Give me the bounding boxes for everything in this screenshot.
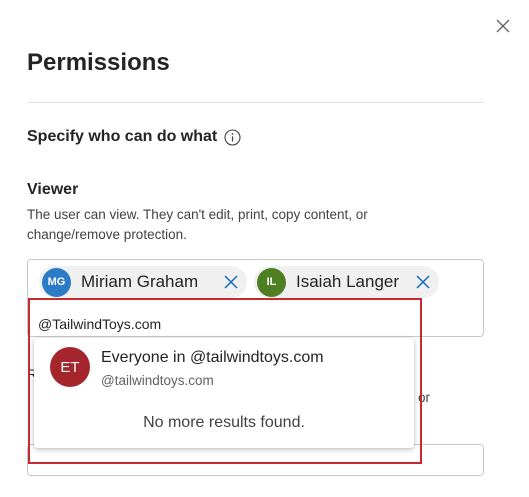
viewer-role-description: The user can view. They can't edit, prin…	[27, 207, 368, 242]
avatar: MG	[42, 267, 71, 297]
close-icon	[224, 275, 238, 289]
avatar: ET	[50, 347, 90, 387]
person-chip-miriam-graham[interactable]: MG Miriam Graham	[39, 266, 247, 298]
viewer-role-title: Viewer	[27, 181, 79, 198]
no-results-message: No more results found.	[143, 414, 305, 431]
remove-chip-button[interactable]	[415, 274, 431, 290]
suggestion-name: Everyone in @tailwindtoys.com	[101, 349, 324, 366]
title-divider	[27, 102, 484, 103]
chip-name: Miriam Graham	[81, 272, 199, 291]
page-title: Permissions	[27, 49, 170, 76]
suggestion-item[interactable]: ET Everyone in @tailwindtoys.com @tailwi…	[34, 338, 414, 400]
people-search-input[interactable]	[38, 313, 418, 335]
person-chip-isaiah-langer[interactable]: IL Isaiah Langer	[254, 266, 439, 298]
remove-chip-button[interactable]	[223, 274, 239, 290]
viewer-people-picker[interactable]: MG Miriam Graham IL Isaiah Langer	[27, 259, 484, 337]
suggestion-domain: @tailwindtoys.com	[101, 373, 214, 388]
suggestions-dropdown: ET Everyone in @tailwindtoys.com @tailwi…	[34, 338, 414, 448]
info-icon[interactable]	[224, 128, 241, 146]
section-heading: Specify who can do what	[27, 128, 241, 146]
background-partial-text: or	[418, 390, 431, 405]
close-icon	[496, 19, 510, 33]
chip-name: Isaiah Langer	[296, 272, 400, 291]
close-icon	[416, 275, 430, 289]
close-button[interactable]	[493, 16, 513, 36]
avatar: IL	[257, 267, 286, 297]
section-heading-text: Specify who can do what	[27, 128, 218, 145]
background-input-field[interactable]	[27, 444, 484, 476]
